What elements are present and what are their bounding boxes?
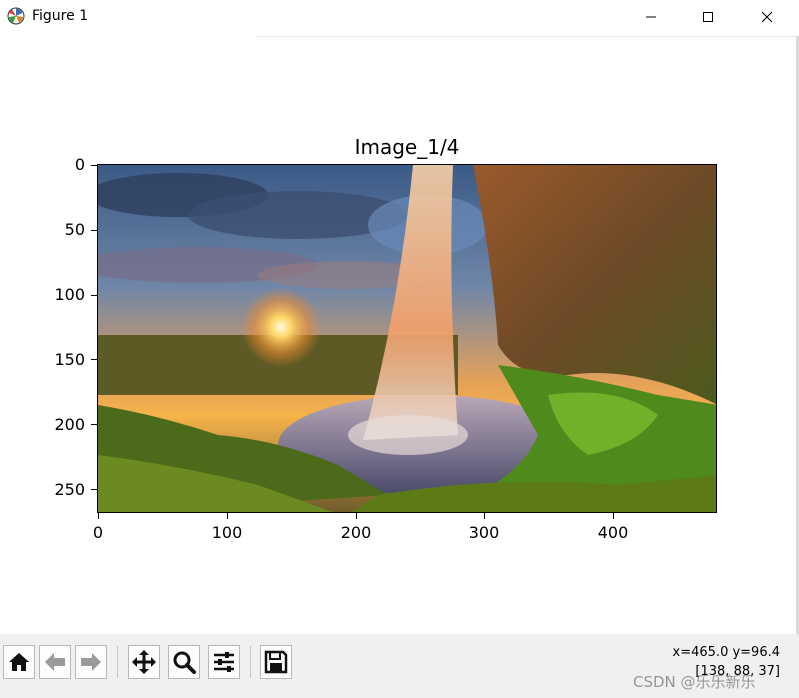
toolbar-separator xyxy=(250,646,251,678)
close-icon xyxy=(761,11,773,23)
y-tick-mark xyxy=(91,165,97,166)
x-tick-label: 0 xyxy=(92,523,104,542)
y-tick-mark xyxy=(91,230,97,231)
save-icon xyxy=(264,650,288,674)
y-tick-label: 150 xyxy=(54,350,85,369)
y-tick-label: 100 xyxy=(54,285,85,304)
y-tick-mark xyxy=(91,489,97,490)
figure-canvas[interactable]: Image_1/4 0 50 100 150 200 250 0 100 200… xyxy=(0,37,796,634)
window-title: Figure 1 xyxy=(32,8,89,24)
maximize-button[interactable] xyxy=(685,0,731,34)
x-tick-label: 200 xyxy=(340,523,372,542)
x-tick-label: 100 xyxy=(211,523,243,542)
x-tick-mark xyxy=(356,513,357,519)
y-tick-label: 250 xyxy=(54,480,85,499)
watermark-text: CSDN @乐乐新乐 xyxy=(633,673,756,691)
zoom-button[interactable] xyxy=(168,645,200,679)
y-tick-mark xyxy=(91,359,97,360)
zoom-icon xyxy=(173,651,196,674)
toolbar-separator xyxy=(117,646,118,678)
navigation-toolbar: x=465.0 y=96.4 [138, 88, 37] CSDN @乐乐新乐 xyxy=(0,634,799,698)
x-tick-label: 300 xyxy=(468,523,500,542)
back-button[interactable] xyxy=(39,645,71,679)
window-titlebar: Figure 1 xyxy=(0,0,799,36)
y-tick-label: 50 xyxy=(64,220,85,239)
home-icon xyxy=(9,653,29,671)
x-tick-label: 400 xyxy=(597,523,629,542)
image-axes[interactable] xyxy=(97,164,717,513)
minimize-icon xyxy=(646,16,656,18)
pan-button[interactable] xyxy=(128,645,160,679)
y-tick-label: 200 xyxy=(54,415,85,434)
plot-title: Image_1/4 xyxy=(354,135,460,159)
close-button[interactable] xyxy=(744,0,790,34)
coords-xy: x=465.0 y=96.4 xyxy=(672,645,780,660)
matplotlib-icon xyxy=(7,7,25,25)
y-tick-label: 0 xyxy=(74,155,85,174)
y-tick-mark xyxy=(91,295,97,296)
x-tick-mark xyxy=(227,513,228,519)
configure-subplots-icon xyxy=(214,652,234,672)
landscape-image xyxy=(98,165,716,512)
y-tick-mark xyxy=(91,424,97,425)
minimize-button[interactable] xyxy=(628,0,674,34)
x-tick-mark xyxy=(613,513,614,519)
forward-button[interactable] xyxy=(75,645,107,679)
back-icon xyxy=(45,653,65,671)
save-button[interactable] xyxy=(260,645,292,679)
pan-icon xyxy=(132,650,156,674)
home-button[interactable] xyxy=(3,645,35,679)
x-tick-mark xyxy=(484,513,485,519)
forward-icon xyxy=(81,653,101,671)
maximize-icon xyxy=(703,12,713,22)
x-tick-mark xyxy=(98,513,99,519)
configure-subplots-button[interactable] xyxy=(208,645,240,679)
